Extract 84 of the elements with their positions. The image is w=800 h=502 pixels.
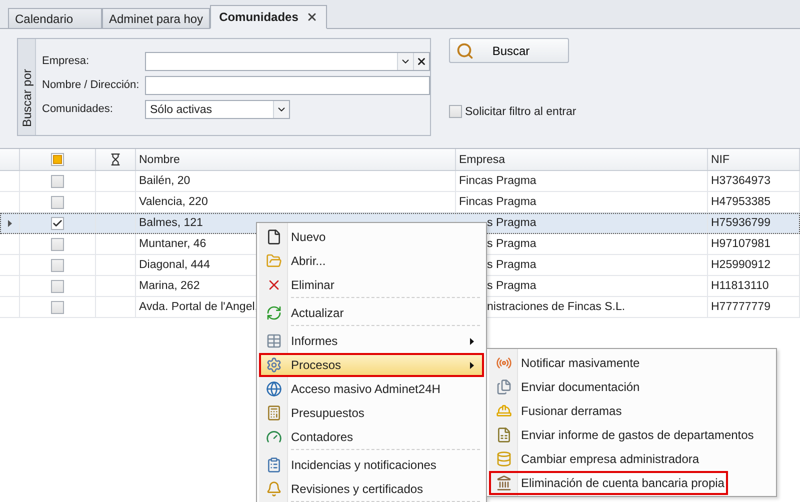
table-icon	[266, 333, 282, 349]
menu-item[interactable]: Enviar documentación	[489, 375, 774, 399]
menu-item[interactable]: Fusionar derramas	[489, 399, 774, 423]
close-icon[interactable]	[306, 11, 318, 23]
table-cell: H77777779	[711, 301, 770, 313]
menu-item[interactable]: Abrir...	[259, 249, 484, 273]
gear-icon	[266, 357, 282, 373]
table-cell: Valencia, 220	[139, 196, 208, 208]
table-cell: H97107981	[711, 238, 770, 250]
communities-select[interactable]: Sólo activas	[145, 100, 290, 119]
menu-item[interactable]: Presupuestos	[259, 401, 484, 425]
folder-icon	[266, 253, 282, 269]
spreadsheet-icon	[496, 427, 512, 443]
row-checkbox[interactable]	[51, 216, 64, 230]
field-label: Empresa:	[42, 54, 90, 69]
refresh-icon	[266, 305, 282, 321]
broadcast-icon	[496, 355, 512, 371]
table-cell: s Pragma	[487, 217, 536, 229]
table-cell: H75936799	[711, 217, 770, 229]
tab[interactable]: Comunidades	[210, 5, 328, 29]
row-checkbox[interactable]	[51, 258, 64, 272]
menu-item[interactable]: Actualizar	[259, 301, 484, 329]
row-checkbox[interactable]	[51, 238, 64, 250]
submenu-arrow-icon	[470, 338, 474, 344]
menu-item[interactable]: Notificar masivamente	[489, 351, 774, 375]
menu-item[interactable]: Nuevo	[259, 225, 484, 249]
row-checkbox[interactable]	[51, 300, 64, 314]
field-label: Comunidades:	[42, 102, 113, 117]
search-icon	[456, 42, 474, 60]
tab[interactable]: Calendario	[8, 8, 102, 29]
table-cell: Muntaner, 46	[139, 238, 206, 250]
table-cell: nistraciones de Fincas S.L.	[487, 301, 626, 313]
hourglass-icon	[109, 153, 122, 166]
menu-item[interactable]: Cambiar empresa administradora	[489, 447, 774, 471]
gauge-icon	[266, 429, 282, 445]
table-cell: Diagonal, 444	[139, 259, 210, 271]
row-checkbox[interactable]	[51, 174, 64, 188]
column-header[interactable]: Empresa	[456, 149, 708, 170]
menu-item[interactable]: Revisiones y certificados	[259, 477, 484, 502]
table-cell: H37364973	[711, 175, 770, 187]
table-cell: Marina, 262	[139, 280, 200, 292]
table-cell: s Pragma	[487, 280, 536, 292]
cylinder-icon	[496, 451, 512, 467]
page-icon	[266, 229, 282, 245]
clear-icon[interactable]	[416, 56, 427, 67]
menu-item[interactable]: Incidencias y notificaciones	[259, 453, 484, 477]
menu-item[interactable]: Eliminación de cuenta bancaria propia	[489, 471, 728, 495]
table-cell: Balmes, 121	[139, 217, 203, 229]
table-cell: Fincas Pragma	[459, 175, 536, 187]
bell-icon	[266, 481, 282, 497]
table-cell: Avda. Portal de l'Angel,	[139, 301, 258, 313]
checkbox[interactable]	[449, 105, 462, 118]
calculator-icon	[266, 405, 282, 421]
row-checkbox[interactable]	[51, 280, 64, 292]
table-cell: s Pragma	[487, 259, 536, 271]
table-cell: s Pragma	[487, 238, 536, 250]
tab[interactable]: Adminet para hoy	[102, 8, 210, 29]
search-button[interactable]: Buscar	[449, 38, 569, 63]
name-input-field[interactable]	[145, 76, 430, 95]
table-cell: Bailén, 20	[139, 175, 190, 187]
row-indicator-icon	[8, 220, 12, 226]
menu-item[interactable]: Enviar informe de gastos de departamentos	[489, 423, 774, 447]
field-label: Nombre / Dirección:	[42, 78, 140, 93]
menu-item[interactable]: Contadores	[259, 425, 484, 453]
submenu-arrow-icon	[470, 362, 474, 368]
menu-item[interactable]: Eliminar	[259, 273, 484, 301]
table-cell: H25990912	[711, 259, 770, 271]
table-cell: H11813110	[711, 280, 769, 292]
documents-icon	[496, 379, 512, 395]
menu-item[interactable]: Procesos	[259, 353, 484, 377]
column-header[interactable]: Nombre	[136, 149, 456, 170]
column-header[interactable]: NIF	[708, 149, 800, 170]
row-checkbox[interactable]	[51, 196, 64, 208]
group-label: Buscar por	[20, 68, 34, 127]
hard-hat-icon	[496, 403, 512, 419]
table-cell: Fincas Pragma	[459, 196, 536, 208]
table-cell: H47953385	[711, 196, 770, 208]
select-all-checkbox[interactable]	[51, 153, 64, 166]
bank-icon	[496, 475, 512, 491]
menu-item[interactable]: Informes	[259, 329, 484, 353]
clipboard-icon	[266, 457, 282, 473]
menu-item[interactable]: Acceso masivo Adminet24H	[259, 377, 484, 401]
globe-icon	[266, 381, 282, 397]
checkbox-label: Solicitar filtro al entrar	[465, 106, 576, 118]
